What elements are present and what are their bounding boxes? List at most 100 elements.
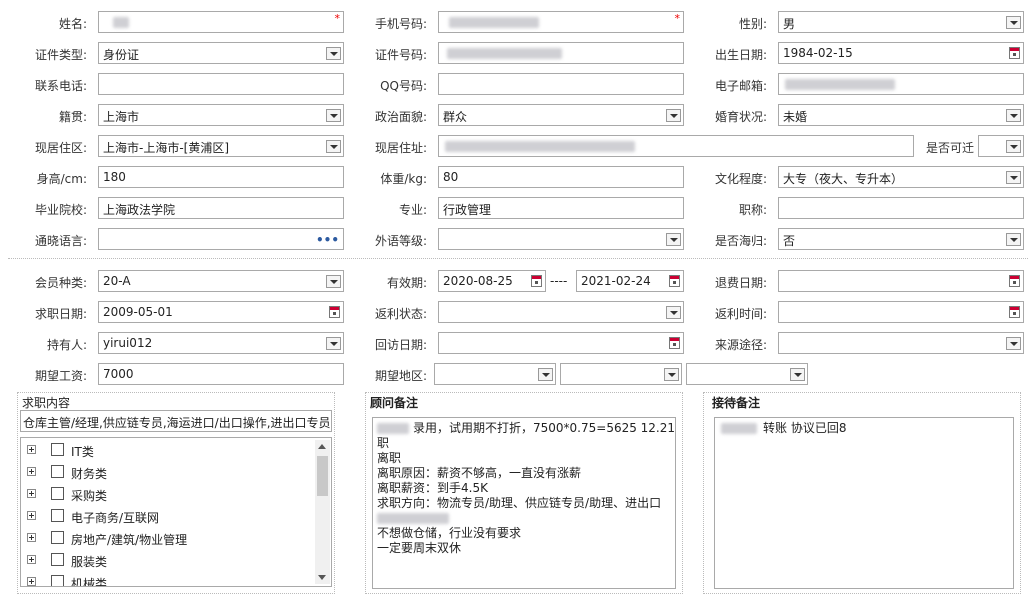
- source-select[interactable]: [778, 332, 1024, 354]
- checkbox[interactable]: [51, 465, 64, 478]
- tree-item[interactable]: 机械类: [27, 572, 317, 586]
- member-type-select[interactable]: 20-A: [98, 270, 344, 292]
- calendar-icon[interactable]: [329, 306, 340, 318]
- area-district-select[interactable]: [686, 363, 808, 385]
- tree-item-label: IT类: [71, 445, 94, 459]
- qq-field[interactable]: [438, 73, 684, 95]
- calendar-icon[interactable]: [669, 275, 680, 287]
- checkbox[interactable]: [51, 531, 64, 544]
- title-field[interactable]: [778, 197, 1024, 219]
- language-field[interactable]: •••: [98, 228, 344, 250]
- foreign-select[interactable]: [438, 228, 684, 250]
- calendar-icon[interactable]: [1009, 275, 1020, 287]
- area-province-select[interactable]: [434, 363, 556, 385]
- chevron-down-icon[interactable]: [664, 368, 679, 381]
- holder-select[interactable]: yirui012: [98, 332, 344, 354]
- valid-to-field[interactable]: 2021-02-24: [576, 270, 684, 292]
- checkbox[interactable]: [51, 509, 64, 522]
- expand-icon[interactable]: [27, 555, 36, 564]
- education-select[interactable]: 大专（夜大、专升本）: [778, 166, 1024, 188]
- apply-date-field[interactable]: 2009-05-01: [98, 301, 344, 323]
- tree-item[interactable]: 房地产/建筑/物业管理: [27, 528, 317, 548]
- birthday-field[interactable]: 1984-02-15: [778, 42, 1024, 64]
- calendar-icon[interactable]: [531, 275, 542, 287]
- tree-item[interactable]: 服装类: [27, 550, 317, 570]
- chevron-down-icon[interactable]: [538, 368, 553, 381]
- calendar-icon[interactable]: [1009, 306, 1020, 318]
- chevron-down-icon[interactable]: [326, 275, 341, 288]
- chevron-down-icon[interactable]: [1006, 337, 1021, 350]
- valid-from-field[interactable]: 2020-08-25: [438, 270, 546, 292]
- chevron-down-icon[interactable]: [790, 368, 805, 381]
- political-select[interactable]: 群众: [438, 104, 684, 126]
- rebate-status-select[interactable]: [438, 301, 684, 323]
- reception-notes-textarea[interactable]: 转账 协议已回8: [714, 417, 1014, 589]
- expand-icon[interactable]: [27, 577, 36, 586]
- advisor-notes-textarea[interactable]: 录用，试用期不打折，7500*0.75=5625 12.21日入 职 离职 离职…: [372, 417, 676, 589]
- residence-value: 上海市-上海市-[黄浦区]: [103, 141, 230, 155]
- chevron-down-icon[interactable]: [1006, 233, 1021, 246]
- phone-field[interactable]: *: [438, 11, 684, 33]
- area-label: 期望地区:: [374, 369, 427, 383]
- refund-date-field[interactable]: [778, 270, 1024, 292]
- height-field[interactable]: 180: [98, 166, 344, 188]
- job-category-tree[interactable]: IT类 财务类 采购类 电子商务/互联网 房地产/建筑/物业管理 服装类 机械类: [20, 437, 332, 587]
- chevron-down-icon[interactable]: [326, 140, 341, 153]
- address-field[interactable]: [438, 135, 914, 157]
- chevron-down-icon[interactable]: [326, 47, 341, 60]
- weight-field[interactable]: 80: [438, 166, 684, 188]
- chevron-down-icon[interactable]: [326, 337, 341, 350]
- expand-icon[interactable]: [27, 445, 36, 454]
- contact-phone-field[interactable]: [98, 73, 344, 95]
- email-field[interactable]: [778, 73, 1024, 95]
- redacted-text: [113, 17, 129, 28]
- scroll-up-icon[interactable]: [318, 444, 326, 449]
- id-type-select[interactable]: 身份证: [98, 42, 344, 64]
- id-number-field[interactable]: [438, 42, 684, 64]
- rebate-time-field[interactable]: [778, 301, 1024, 323]
- checkbox[interactable]: [51, 443, 64, 456]
- tree-item[interactable]: 财务类: [27, 462, 317, 482]
- chevron-down-icon[interactable]: [666, 233, 681, 246]
- checkbox[interactable]: [51, 487, 64, 500]
- calendar-icon[interactable]: [1009, 47, 1020, 59]
- checkbox[interactable]: [51, 575, 64, 586]
- scroll-down-icon[interactable]: [318, 575, 326, 580]
- school-field[interactable]: 上海政法学院: [98, 197, 344, 219]
- note-line: 转账 协议已回8: [719, 421, 1009, 436]
- row-contact: 联系电话: QQ号码: 电子邮箱:: [0, 73, 1035, 97]
- chevron-down-icon[interactable]: [326, 109, 341, 122]
- residence-select[interactable]: 上海市-上海市-[黄浦区]: [98, 135, 344, 157]
- salary-field[interactable]: 7000: [98, 363, 344, 385]
- major-field[interactable]: 行政管理: [438, 197, 684, 219]
- chevron-down-icon[interactable]: [1006, 171, 1021, 184]
- gender-select[interactable]: 男: [778, 11, 1024, 33]
- tree-scrollbar[interactable]: [315, 440, 330, 584]
- expand-icon[interactable]: [27, 467, 36, 476]
- area-city-select[interactable]: [560, 363, 682, 385]
- expand-icon[interactable]: [27, 511, 36, 520]
- overseas-value: 否: [783, 234, 796, 248]
- expand-icon[interactable]: [27, 489, 36, 498]
- overseas-select[interactable]: 否: [778, 228, 1024, 250]
- marital-select[interactable]: 未婚: [778, 104, 1024, 126]
- reception-notes-title: 接待备注: [712, 396, 761, 410]
- tree-item[interactable]: 采购类: [27, 484, 317, 504]
- visit-date-field[interactable]: [438, 332, 684, 354]
- tree-item[interactable]: IT类: [27, 440, 317, 460]
- checkbox[interactable]: [51, 553, 64, 566]
- relocate-select[interactable]: [978, 135, 1024, 157]
- tree-item[interactable]: 电子商务/互联网: [27, 506, 317, 526]
- chevron-down-icon[interactable]: [666, 109, 681, 122]
- chevron-down-icon[interactable]: [666, 306, 681, 319]
- chevron-down-icon[interactable]: [1006, 109, 1021, 122]
- more-icon[interactable]: •••: [316, 233, 339, 247]
- calendar-icon[interactable]: [669, 337, 680, 349]
- native-select[interactable]: 上海市: [98, 104, 344, 126]
- scroll-thumb[interactable]: [317, 456, 328, 496]
- job-summary-field[interactable]: 仓库主管/经理,供应链专员,海运进口/出口操作,进出口专员: [20, 410, 332, 432]
- name-field[interactable]: *: [98, 11, 344, 33]
- chevron-down-icon[interactable]: [1006, 140, 1021, 153]
- chevron-down-icon[interactable]: [1006, 16, 1021, 29]
- expand-icon[interactable]: [27, 533, 36, 542]
